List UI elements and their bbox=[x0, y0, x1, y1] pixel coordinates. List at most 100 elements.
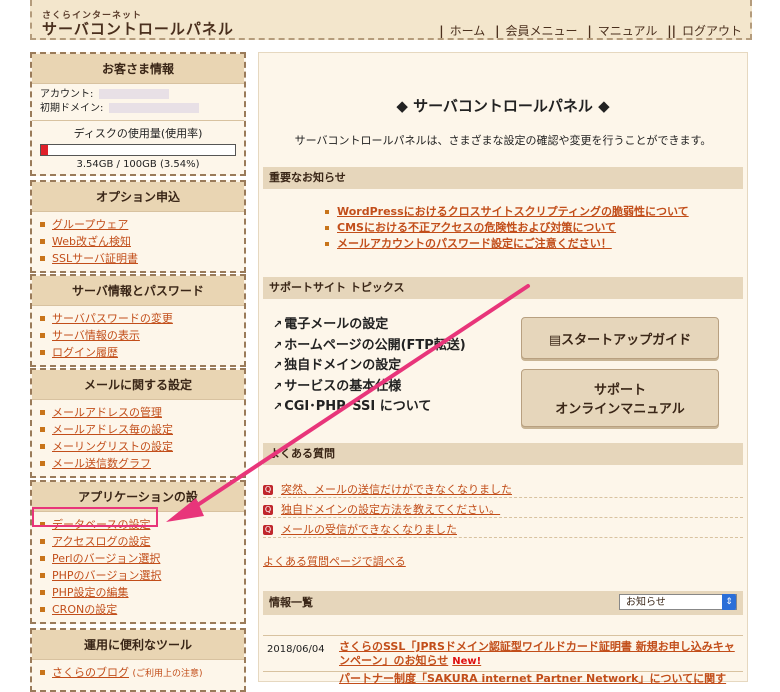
list-item: WordPressにおけるクロスサイトスクリプティングの脆弱性について bbox=[325, 204, 689, 220]
disk-usage-label: ディスクの使用量(使用率) bbox=[73, 127, 203, 140]
link-sakura-blog[interactable]: さくらのブログ bbox=[52, 666, 129, 679]
disk-usage-bar bbox=[40, 144, 236, 156]
list-item: さくらのブログ (ご利用上の注意) bbox=[40, 664, 240, 683]
faq-item: Q 独自ドメインの設定方法を教えてください。 bbox=[263, 501, 743, 518]
list-item: サーバパスワードの変更 bbox=[40, 310, 240, 327]
blog-note[interactable]: (ご利用上の注意) bbox=[133, 669, 203, 679]
faq-link[interactable]: 独自ドメインの設定方法を教えてください。 bbox=[281, 503, 500, 516]
domain-label: 初期ドメイン: bbox=[40, 103, 104, 114]
list-item: Perlのバージョン選択 bbox=[40, 550, 240, 567]
news-title-link[interactable]: パートナー制度「SAKURA internet Partner Network」… bbox=[339, 672, 739, 684]
customer-info-title: お客さま情報 bbox=[32, 54, 244, 84]
list-item: CRONの設定 bbox=[40, 601, 240, 618]
nav-home[interactable]: ホーム bbox=[450, 24, 486, 38]
link-php-settings[interactable]: PHP設定の編集 bbox=[52, 586, 129, 599]
mail-box: メールに関する設定 メールアドレスの管理 メールアドレス毎の設定 メーリングリス… bbox=[30, 368, 246, 478]
top-nav: | ホーム | 会員メニュー | マニュアル || ログアウト bbox=[439, 24, 742, 38]
list-item: サーバ情報の表示 bbox=[40, 327, 240, 344]
list-item: PHPのバージョン選択 bbox=[40, 567, 240, 584]
list-item: Web改ざん検知 bbox=[40, 233, 240, 250]
link-mail-address[interactable]: メールアドレスの管理 bbox=[52, 406, 162, 419]
faq-header: よくある質問 bbox=[263, 443, 743, 465]
list-item: メールアカウントのパスワード設定にご注意ください！ bbox=[325, 236, 689, 252]
faq-page-link[interactable]: よくある質問ページで調べる bbox=[263, 553, 406, 569]
startup-guide-button[interactable]: ▤スタートアップガイド bbox=[521, 317, 719, 359]
page-description: サーバコントロールパネルは、さまざまな設定の確認や変更を行うことができます。 bbox=[294, 134, 712, 147]
account-label: アカウント: bbox=[40, 89, 94, 100]
question-icon: Q bbox=[263, 505, 273, 515]
external-link-icon: ↗ bbox=[273, 379, 283, 393]
tools-title: 運用に便利なツール bbox=[32, 630, 244, 660]
apps-box: アプリケーションの設 データベースの設定 アクセスログの設定 Perlのバージョ… bbox=[30, 480, 246, 624]
topic-item[interactable]: ↗ CGI･PHP･SSI について bbox=[273, 397, 466, 418]
link-mailing-list[interactable]: メーリングリストの設定 bbox=[52, 440, 173, 453]
question-icon: Q bbox=[263, 485, 273, 495]
notice-link-mail-password[interactable]: メールアカウントのパスワード設定にご注意ください！ bbox=[337, 237, 612, 250]
updown-arrow-icon: ⇕ bbox=[722, 594, 736, 610]
faq-link[interactable]: 突然、メールの送信だけができなくなりました bbox=[281, 483, 512, 496]
list-item: メーリングリストの設定 bbox=[40, 438, 240, 455]
question-icon: Q bbox=[263, 525, 273, 535]
highlight-box bbox=[32, 507, 158, 527]
account-info: アカウント: 初期ドメイン: bbox=[32, 84, 244, 120]
customer-info-box: お客さま情報 アカウント: 初期ドメイン: ディスクの使用量(使用率) 3.54… bbox=[30, 52, 246, 176]
link-access-log[interactable]: アクセスログの設定 bbox=[52, 535, 150, 548]
topic-item[interactable]: ↗ ホームページの公開(FTP転送) bbox=[273, 336, 466, 357]
link-login-history[interactable]: ログイン履歴 bbox=[52, 346, 118, 359]
logo-title: サーバコントロールパネル bbox=[42, 20, 234, 38]
info-header: 情報一覧 お知らせ ⇕ bbox=[263, 591, 743, 615]
link-ssl-cert[interactable]: SSLサーバ証明書 bbox=[52, 252, 138, 265]
disk-usage-fill bbox=[41, 145, 48, 155]
notice-link-wordpress[interactable]: WordPressにおけるクロスサイトスクリプティングの脆弱性について bbox=[337, 205, 689, 218]
server-info-title: サーバ情報とパスワード bbox=[32, 276, 244, 306]
list-item: PHP設定の編集 bbox=[40, 584, 240, 601]
nav-member-menu[interactable]: 会員メニュー bbox=[506, 24, 578, 38]
link-server-password[interactable]: サーバパスワードの変更 bbox=[52, 312, 173, 325]
domain-value-redacted bbox=[109, 103, 200, 113]
list-item: メールアドレス毎の設定 bbox=[40, 421, 240, 438]
faq-item: Q メールの受信ができなくなりました bbox=[263, 521, 743, 538]
notice-link-cms[interactable]: CMSにおける不正アクセスの危険性および対策について bbox=[337, 221, 616, 234]
notice-list: WordPressにおけるクロスサイトスクリプティングの脆弱性について CMSに… bbox=[325, 204, 689, 252]
list-item: メール送信数グラフ bbox=[40, 455, 240, 472]
news-title-link[interactable]: さくらのSSL「JPRSドメイン認証型ワイルドカード証明書 新規お申し込みキャン… bbox=[339, 640, 739, 669]
online-manual-button[interactable]: サポート オンラインマニュアル bbox=[521, 369, 719, 427]
topic-item[interactable]: ↗ 独自ドメインの設定 bbox=[273, 356, 466, 377]
external-link-icon: ↗ bbox=[273, 359, 283, 372]
external-link-icon: ↗ bbox=[273, 400, 283, 413]
link-web-tamper[interactable]: Web改ざん検知 bbox=[52, 235, 131, 248]
topics-header: サポートサイト トピックス bbox=[263, 277, 743, 299]
link-cron[interactable]: CRONの設定 bbox=[52, 603, 117, 616]
header: さくらインターネット サーバコントロールパネル | ホーム | 会員メニュー | マニ… bbox=[30, 0, 752, 40]
link-php-version[interactable]: PHPのバージョン選択 bbox=[52, 569, 161, 582]
tools-box: 運用に便利なツール さくらのブログ (ご利用上の注意) bbox=[30, 628, 246, 692]
nav-manual[interactable]: マニュアル bbox=[598, 24, 658, 38]
mail-title: メールに関する設定 bbox=[32, 370, 244, 400]
topic-item[interactable]: ↗ サービスの基本仕様 bbox=[273, 377, 466, 398]
list-item: グループウェア bbox=[40, 216, 240, 233]
disk-usage: ディスクの使用量(使用率) 3.54GB / 100GB (3.54%) bbox=[32, 120, 244, 174]
link-perl-version[interactable]: Perlのバージョン選択 bbox=[52, 552, 160, 565]
notice-header: 重要なお知らせ bbox=[263, 167, 743, 189]
news-row: パートナー制度「SAKURA internet Partner Network」… bbox=[263, 671, 743, 684]
list-item: アクセスログの設定 bbox=[40, 533, 240, 550]
server-info-box: サーバ情報とパスワード サーバパスワードの変更 サーバ情報の表示 ログイン履歴 bbox=[30, 274, 246, 367]
account-value-redacted bbox=[99, 89, 170, 99]
faq-item: Q 突然、メールの送信だけができなくなりました bbox=[263, 481, 743, 498]
list-item: ログイン履歴 bbox=[40, 344, 240, 361]
link-server-info[interactable]: サーバ情報の表示 bbox=[52, 329, 140, 342]
topic-item[interactable]: ↗ 電子メールの設定 bbox=[273, 315, 466, 336]
link-mail-graph[interactable]: メール送信数グラフ bbox=[52, 457, 151, 470]
link-groupware[interactable]: グループウェア bbox=[52, 218, 128, 231]
nav-logout[interactable]: ログアウト bbox=[682, 24, 742, 38]
control-panel-frame: さくらインターネット サーバコントロールパネル | ホーム | 会員メニュー | マニ… bbox=[30, 0, 752, 692]
faq-link[interactable]: メールの受信ができなくなりました bbox=[281, 523, 457, 536]
new-badge: New! bbox=[452, 656, 482, 667]
book-icon: ▤ bbox=[548, 332, 562, 348]
news-date: 2018/06/04 bbox=[267, 644, 325, 655]
topics-list: ↗ 電子メールの設定 ↗ ホームページの公開(FTP転送) ↗ 独自ドメインの設定 ↗… bbox=[273, 315, 466, 418]
list-item: メールアドレスの管理 bbox=[40, 404, 240, 421]
external-link-icon: ↗ bbox=[273, 338, 283, 352]
info-category-select[interactable]: お知らせ ⇕ bbox=[619, 594, 737, 610]
link-mail-per-address[interactable]: メールアドレス毎の設定 bbox=[52, 423, 173, 436]
